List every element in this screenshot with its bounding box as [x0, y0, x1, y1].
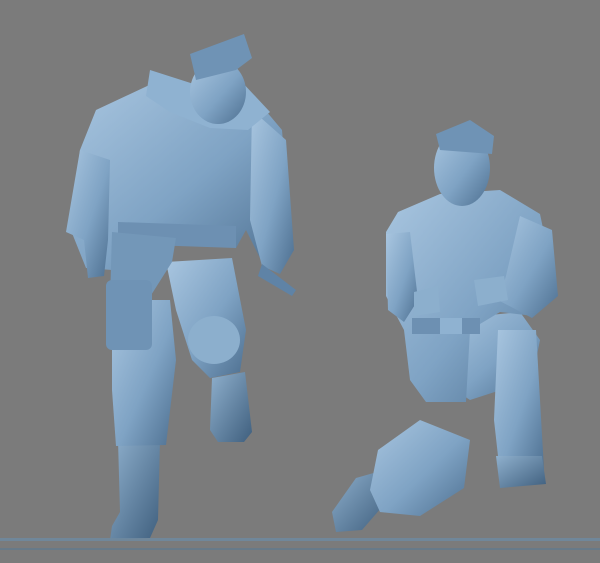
belt-buckle — [440, 318, 462, 334]
hair — [436, 120, 494, 154]
left-arm — [66, 150, 110, 278]
grid-line — [0, 538, 600, 541]
knee — [188, 316, 240, 364]
walking-soldier-figure[interactable] — [66, 34, 296, 540]
grid-line-lower — [0, 548, 600, 550]
right-boot — [210, 372, 252, 442]
front-boot — [496, 456, 546, 488]
3d-viewport[interactable] — [0, 0, 600, 563]
side-cap — [190, 34, 252, 80]
raised-shin — [494, 330, 544, 474]
left-boot — [110, 440, 160, 540]
model-render — [66, 34, 558, 540]
pocket — [106, 280, 152, 350]
kneeling-soldier-figure[interactable] — [332, 120, 558, 532]
kneeling-shin — [370, 420, 470, 516]
